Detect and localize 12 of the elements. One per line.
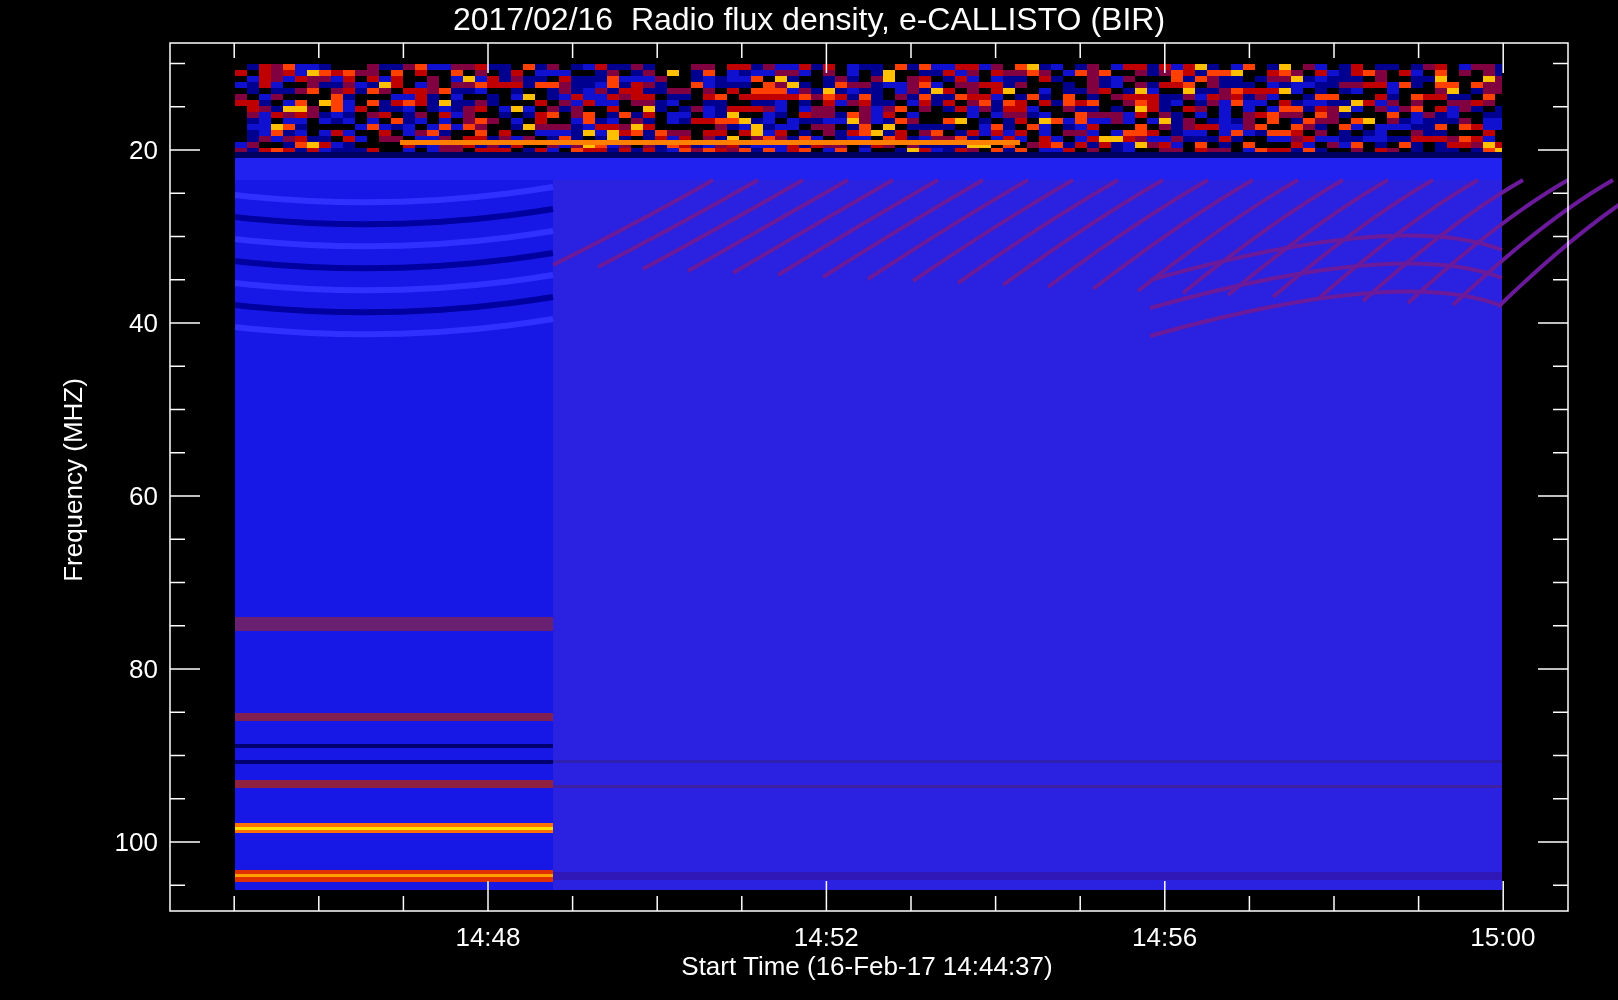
- y-tick-label: 100: [114, 827, 158, 857]
- y-tick-label: 40: [129, 308, 158, 338]
- x-tick-label: 14:48: [455, 922, 521, 952]
- y-tick-label: 60: [129, 481, 158, 511]
- y-tick-label: 20: [129, 135, 158, 165]
- x-tick-label: 15:00: [1470, 922, 1536, 952]
- x-axis-label: Start Time (16-Feb-17 14:44:37): [681, 951, 1053, 981]
- x-tick-label: 14:52: [793, 922, 859, 952]
- chart-title: 2017/02/16 Radio flux density, e-CALLISTO (BIR): [452, 1, 1166, 37]
- x-tick-label: 14:56: [1132, 922, 1198, 952]
- y-axis-label: Frequency (MHZ): [58, 378, 88, 582]
- y-tick-label: 80: [129, 654, 158, 684]
